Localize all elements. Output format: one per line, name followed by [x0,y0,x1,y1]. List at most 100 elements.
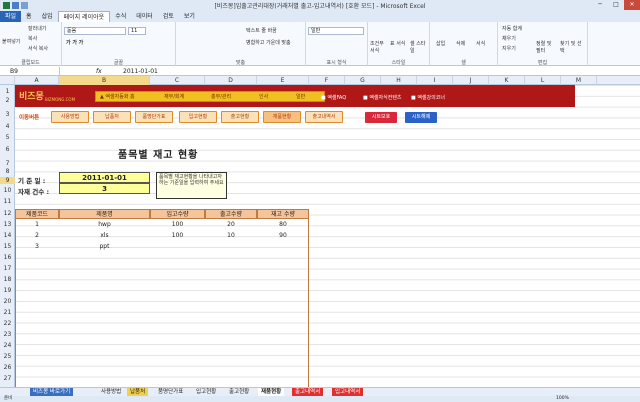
unprotect-sheet-button[interactable]: 시트해제 [405,112,437,123]
formula-input[interactable]: 2011-01-01 [123,67,158,76]
table-cell[interactable]: 100 [150,221,205,228]
copy-button[interactable]: 복사 [28,35,37,42]
row-header[interactable]: 15 [0,243,15,250]
insert-cells-button[interactable]: 삽입 [436,40,445,47]
row-header[interactable]: 1 [0,88,15,95]
format-painter-button[interactable]: 서식 복사 [28,45,48,52]
row-header[interactable]: 8 [0,168,15,175]
menu-hr-link[interactable]: 인사 [259,92,268,103]
table-cell[interactable]: 100 [150,232,205,239]
row-header[interactable]: 20 [0,298,15,305]
merge-center-button[interactable]: 병합하고 가운데 맞춤 [246,39,291,46]
maximize-button[interactable]: □ [608,0,624,10]
find-select-button[interactable]: 찾기 및 선택 [560,40,582,54]
row-header[interactable]: 12 [0,210,15,217]
faq-link[interactable]: ■ 엑셀FAQ [321,94,346,101]
column-header[interactable]: L [525,76,561,85]
column-header[interactable]: J [453,76,489,85]
menu-admin-link[interactable]: 총무/관리 [211,92,231,103]
row-header[interactable]: 13 [0,221,15,228]
column-header[interactable]: M [561,76,597,85]
zoom-level[interactable]: 100% [556,396,569,402]
menu-general-link[interactable]: 일반 [296,92,305,103]
nav-button-outbound[interactable]: 출고현황 [221,111,259,123]
nav-button-price-list[interactable]: 품명단가표 [135,111,173,123]
brand-logo[interactable]: 비즈몽 [19,89,44,102]
table-cell[interactable]: 90 [257,232,309,239]
column-header[interactable]: I [417,76,453,85]
column-header[interactable]: B [59,76,150,85]
sort-filter-button[interactable]: 정렬 및 필터 [536,40,556,54]
tab-page-layout[interactable]: 페이지 레이아웃 [57,11,111,22]
fx-icon[interactable]: fx [96,67,102,76]
column-header[interactable]: D [205,76,257,85]
row-header[interactable]: 10 [0,187,15,194]
close-button[interactable]: ✕ [624,0,640,10]
row-header[interactable]: 24 [0,342,15,349]
column-header[interactable]: C [150,76,205,85]
nav-button-stock[interactable]: 재품현황 [263,111,301,123]
lecture-link[interactable]: ■ 엑셀강의코너 [411,94,445,101]
paste-button[interactable]: 붙여넣기 [2,38,20,45]
format-cells-button[interactable]: 서식 [476,40,485,47]
row-header[interactable]: 22 [0,320,15,327]
row-header[interactable]: 18 [0,276,15,283]
row-header[interactable]: 5 [0,134,15,141]
row-header[interactable]: 25 [0,353,15,360]
row-header[interactable]: 11 [0,198,15,205]
select-all-corner[interactable] [0,76,15,85]
row-header[interactable]: 23 [0,331,15,338]
row-header[interactable]: 6 [0,146,15,153]
tab-view[interactable]: 보기 [179,11,200,22]
column-header[interactable]: K [489,76,525,85]
column-header[interactable]: H [381,76,417,85]
autosum-button[interactable]: 자동 합계 [502,25,522,32]
conditional-format-button[interactable]: 조건부 서식 [370,40,388,54]
number-format-select[interactable]: 일반 [308,27,364,35]
tab-formulas[interactable]: 수식 [110,11,131,22]
tab-insert[interactable]: 삽입 [37,11,58,22]
row-header[interactable]: 2 [0,97,15,104]
tab-home[interactable]: 홈 [21,11,37,22]
menu-finance-link[interactable]: 재무/회계 [164,92,184,103]
row-header[interactable]: 16 [0,254,15,261]
nav-button-inbound[interactable]: 입고현황 [179,111,217,123]
row-header[interactable]: 26 [0,364,15,371]
menu-home-link[interactable]: ▲ 엑셀자동화 홈 [100,92,135,103]
table-cell[interactable]: 2 [15,232,59,239]
format-table-button[interactable]: 표 서식 [390,40,408,47]
base-date-cell[interactable]: 2011-01-01 [59,172,150,183]
font-size-select[interactable]: 11 [128,27,146,35]
nav-button-howto[interactable]: 사용방법 [51,111,89,123]
font-name-select[interactable]: 돋움 [64,27,126,35]
table-cell[interactable]: ppt [59,243,150,250]
tab-data[interactable]: 데이터 [131,11,158,22]
nav-button-supplier[interactable]: 납품처 [93,111,131,123]
table-cell[interactable]: 80 [257,221,309,228]
bold-icon[interactable]: 가 가 가 [66,39,83,46]
row-header[interactable]: 17 [0,265,15,272]
row-header[interactable]: 7 [0,160,15,167]
table-cell[interactable]: 3 [15,243,59,250]
row-header[interactable]: 4 [0,123,15,130]
row-header[interactable]: 27 [0,375,15,382]
table-cell[interactable]: 20 [205,221,257,228]
table-cell[interactable]: 1 [15,221,59,228]
row-header[interactable]: 14 [0,232,15,239]
cut-button[interactable]: 잘라내기 [28,25,46,32]
tab-file[interactable]: 파일 [0,11,22,22]
table-cell[interactable]: xls [59,232,150,239]
fill-button[interactable]: 채우기 [502,35,516,42]
row-header[interactable]: 9 [0,177,15,184]
column-header[interactable]: A [15,76,59,85]
row-header[interactable]: 21 [0,309,15,316]
minimize-button[interactable]: ─ [592,0,608,10]
nav-button-outbound-detail[interactable]: 출고내역서 [305,111,343,123]
cell-styles-button[interactable]: 셀 스타일 [410,40,428,54]
name-box[interactable]: B9 [0,67,60,76]
tab-review[interactable]: 검토 [158,11,179,22]
column-header[interactable]: F [309,76,345,85]
column-header[interactable]: G [345,76,381,85]
column-header[interactable]: E [257,76,309,85]
row-header[interactable]: 3 [0,111,15,118]
